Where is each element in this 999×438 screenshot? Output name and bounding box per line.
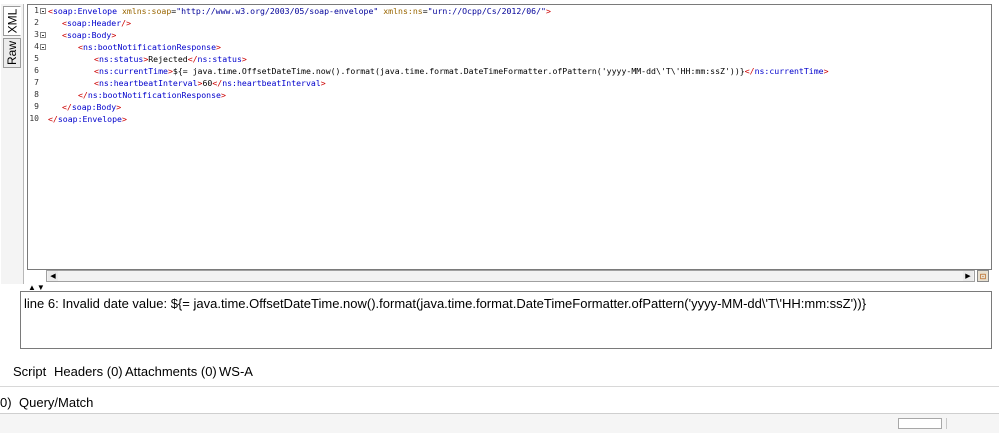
code-line: </soap:Body> xyxy=(62,102,122,112)
assertion-tabs: 0) Query/Match xyxy=(0,393,999,413)
code-line: <soap:Body> xyxy=(62,30,117,40)
code-line: <ns:bootNotificationResponse> xyxy=(78,42,221,52)
xml-tag: soap:Body xyxy=(71,102,117,112)
current-time-value: ${= java.time.OffsetDateTime.now().forma… xyxy=(172,66,745,76)
line-number: 5 xyxy=(34,54,39,63)
tab-xml-label: XML xyxy=(5,8,19,34)
code-line: <soap:Header/> xyxy=(62,18,132,28)
xml-tag: ns:status xyxy=(98,54,144,64)
line-number: 3 xyxy=(34,30,39,39)
code-line: </soap:Envelope> xyxy=(48,114,127,124)
line-number: 6 xyxy=(34,66,39,75)
xml-tag: soap:Header xyxy=(66,18,122,28)
fold-toggle-icon[interactable] xyxy=(40,44,46,50)
tab-raw[interactable]: Raw xyxy=(3,38,21,68)
tab-truncated-label[interactable]: 0) xyxy=(0,395,12,410)
validation-message-panel: line 6: Invalid date value: ${= java.tim… xyxy=(20,291,992,349)
code-line: <ns:heartbeatInterval>60</ns:heartbeatIn… xyxy=(94,78,326,88)
fold-toggle-icon[interactable] xyxy=(40,8,46,14)
xml-tag: ns:currentTime xyxy=(98,66,168,76)
xml-attribute-value: "urn://Ocpp/Cs/2012/06/" xyxy=(427,6,546,16)
xml-tag: ns:currentTime xyxy=(754,66,824,76)
scroll-left-icon[interactable]: ◀ xyxy=(48,271,58,281)
resize-grip-icon[interactable] xyxy=(946,418,991,429)
xml-tag: ns:bootNotificationResponse xyxy=(87,90,221,100)
tab-xml[interactable]: XML xyxy=(3,6,21,36)
validation-message: line 6: Invalid date value: ${= java.tim… xyxy=(24,296,867,311)
status-bar xyxy=(0,413,999,433)
tab-raw-label: Raw xyxy=(5,40,20,66)
xml-tag: ns:heartbeatInterval xyxy=(222,78,321,88)
line-number: 9 xyxy=(34,102,39,111)
code-line: <ns:status>Rejected</ns:status> xyxy=(94,54,247,64)
xml-attribute-value: "http://www.w3.org/2003/05/soap-envelope… xyxy=(176,6,379,16)
tab-ws-a[interactable]: WS-A xyxy=(219,364,253,379)
horizontal-scrollbar[interactable]: ◀ ▶ xyxy=(46,270,975,282)
xml-tag: ns:heartbeatInterval xyxy=(98,78,198,88)
editor-view-tabs: XML Raw xyxy=(1,4,24,284)
scroll-right-icon[interactable]: ▶ xyxy=(963,271,973,281)
line-number: 2 xyxy=(34,18,39,27)
code-line: <ns:currentTime>${= java.time.OffsetDate… xyxy=(94,66,829,76)
line-gutter: 1 2 3 4 5 6 7 8 9 10 xyxy=(28,5,47,269)
xml-tag: soap:Body xyxy=(66,30,112,40)
code-line: <soap:Envelope xmlns:soap="http://www.w3… xyxy=(48,6,551,16)
fold-toggle-icon[interactable] xyxy=(40,32,46,38)
editor-corner-icon[interactable]: ⊡ xyxy=(977,270,989,282)
code-line: </ns:bootNotificationResponse> xyxy=(78,90,226,100)
heartbeat-value: 60 xyxy=(202,78,213,88)
xml-tag: ns:bootNotificationResponse xyxy=(82,42,217,52)
line-number: 7 xyxy=(34,78,39,87)
request-bottom-tabs: Script Headers (0) Attachments (0) WS-A xyxy=(0,362,999,384)
line-number: 10 xyxy=(29,114,39,123)
status-field xyxy=(898,418,942,429)
xml-attribute: xmlns:ns xyxy=(383,6,423,16)
xml-tag: soap:Envelope xyxy=(52,6,118,16)
xml-tag: soap:Envelope xyxy=(57,114,122,124)
tab-query-match[interactable]: Query/Match xyxy=(19,395,93,410)
tab-headers[interactable]: Headers (0) xyxy=(54,364,123,379)
tab-script[interactable]: Script xyxy=(13,364,46,379)
divider xyxy=(0,386,999,387)
status-value: Rejected xyxy=(148,54,188,64)
tab-attachments[interactable]: Attachments (0) xyxy=(125,364,217,379)
xml-editor[interactable]: 1 2 3 4 5 6 7 8 9 10 <soap:Envelope xmln… xyxy=(27,4,992,270)
line-number: 8 xyxy=(34,90,39,99)
xml-tag: ns:status xyxy=(197,54,242,64)
line-number: 4 xyxy=(34,42,39,51)
xml-attribute: xmlns:soap xyxy=(121,6,172,16)
line-number: 1 xyxy=(34,6,39,15)
